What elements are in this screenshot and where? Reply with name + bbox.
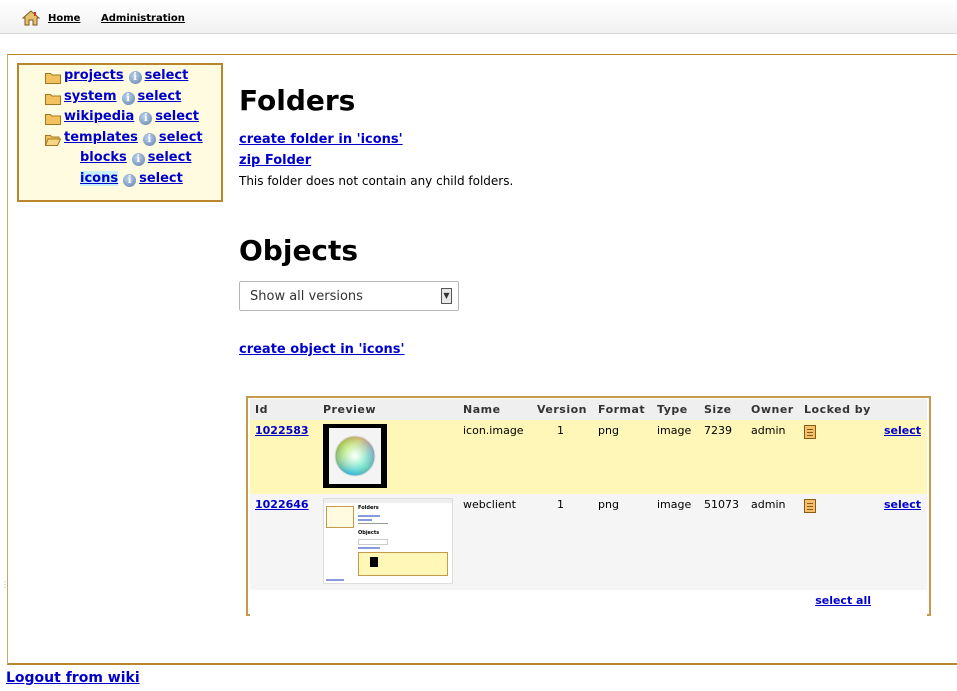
tree-item-label[interactable]: projects [64, 68, 124, 83]
folder-closed-icon [45, 94, 61, 105]
preview-thumb-line [358, 547, 380, 549]
column-header-id: Id [250, 399, 318, 420]
column-header-locked-by: Locked by [799, 399, 871, 420]
chevron-down-icon[interactable]: ▼ [441, 288, 452, 304]
object-size: 51073 [699, 494, 746, 590]
table-footer-row: select all [250, 590, 927, 616]
info-icon[interactable]: i [131, 153, 145, 166]
preview-thumb-line [358, 523, 388, 524]
preview-thumb-folders-heading: Folders [358, 505, 379, 511]
tree-item-label-current[interactable]: icons [80, 171, 119, 186]
info-icon[interactable]: i [121, 92, 135, 105]
preview-thumb-line [358, 519, 372, 521]
tree-select-link[interactable]: select [155, 109, 199, 124]
column-header-name: Name [458, 399, 532, 420]
tree-item-projects[interactable]: projects i select [45, 68, 188, 86]
info-icon[interactable]: i [139, 112, 153, 125]
tree-item-wikipedia[interactable]: wikipedia i select [45, 109, 199, 127]
tree-select-link[interactable]: select [159, 130, 203, 145]
preview-thumb-footer-line [326, 579, 344, 581]
object-type: image [652, 420, 699, 494]
object-name: webclient [458, 494, 532, 590]
object-id-link[interactable]: 1022646 [255, 498, 309, 511]
preview-thumb-line [358, 515, 380, 517]
folder-closed-icon [45, 73, 61, 84]
version-filter-select[interactable]: Show all versions ▼ [239, 281, 459, 311]
tree-select-link[interactable]: select [139, 171, 183, 186]
object-type: image [652, 494, 699, 590]
column-header-format: Format [593, 399, 652, 420]
info-icon[interactable]: i [123, 174, 137, 187]
object-owner: admin [746, 494, 799, 590]
preview-thumb-objects-heading: Objects [358, 530, 380, 536]
object-format: png [593, 420, 652, 494]
column-header-preview: Preview [318, 399, 458, 420]
column-header-size: Size [699, 399, 746, 420]
info-icon[interactable]: i [128, 71, 142, 84]
object-version: 1 [532, 420, 593, 494]
object-name: icon.image [458, 420, 532, 494]
create-folder-link[interactable]: create folder in 'icons' [239, 132, 403, 147]
column-header-actions [871, 399, 927, 420]
webclient-preview-image[interactable]: Folders Objects [323, 498, 453, 584]
tree-item-label[interactable]: templates [64, 130, 138, 145]
preview-thumb-topbar [324, 499, 452, 503]
table-header-row: Id Preview Name Version Format Type Size… [250, 399, 927, 420]
objects-table: Id Preview Name Version Format Type Size… [250, 399, 927, 616]
tree-item-system[interactable]: system i select [45, 89, 181, 107]
logout-link[interactable]: Logout from wiki [6, 670, 140, 686]
document-icon[interactable] [804, 425, 816, 439]
object-version: 1 [532, 494, 593, 590]
resize-grip[interactable]: ⋮ [1, 580, 9, 589]
tree-select-link[interactable]: select [138, 89, 182, 104]
column-header-type: Type [652, 399, 699, 420]
row-select-link[interactable]: select [884, 424, 921, 437]
info-icon[interactable]: i [142, 133, 156, 146]
table-row: 1022583 icon.image 1 png image 7239 admi… [250, 420, 927, 494]
preview-thumb-tree [326, 506, 354, 528]
tree-item-label[interactable]: system [64, 89, 117, 104]
object-size: 7239 [699, 420, 746, 494]
folder-open-icon [45, 135, 61, 146]
tree-item-label[interactable]: wikipedia [64, 109, 134, 124]
tree-item-templates[interactable]: templates i select [45, 130, 203, 148]
create-object-link[interactable]: create object in 'icons' [239, 342, 405, 357]
document-icon[interactable] [804, 499, 816, 513]
preview-thumb-wheel [370, 557, 378, 567]
tree-item-blocks[interactable]: blocks i select [80, 150, 192, 168]
no-child-folders-note: This folder does not contain any child f… [239, 174, 514, 188]
nav-administration-link[interactable]: Administration [101, 13, 185, 24]
top-navigation-bar: Home Administration [0, 0, 957, 34]
preview-thumb-select [358, 539, 388, 545]
select-all-link[interactable]: select all [815, 594, 871, 607]
zip-folder-link[interactable]: zip Folder [239, 153, 311, 168]
tree-item-label[interactable]: blocks [80, 150, 127, 165]
object-id-link[interactable]: 1022583 [255, 424, 309, 437]
folders-heading: Folders [239, 84, 356, 117]
object-owner: admin [746, 420, 799, 494]
tree-select-link[interactable]: select [145, 68, 189, 83]
home-icon[interactable] [22, 10, 40, 26]
version-select-value: Show all versions [250, 289, 363, 304]
tree-item-icons[interactable]: icons i select [80, 171, 183, 189]
column-header-version: Version [532, 399, 593, 420]
object-format: png [593, 494, 652, 590]
column-header-owner: Owner [746, 399, 799, 420]
tree-select-link[interactable]: select [148, 150, 192, 165]
objects-heading: Objects [239, 234, 359, 267]
color-wheel-preview-image[interactable] [323, 424, 387, 488]
folder-closed-icon [45, 114, 61, 125]
row-select-link[interactable]: select [884, 498, 921, 511]
nav-home-link[interactable]: Home [48, 13, 80, 24]
table-row: 1022646 Folders Objects webclient 1 png … [250, 494, 927, 590]
